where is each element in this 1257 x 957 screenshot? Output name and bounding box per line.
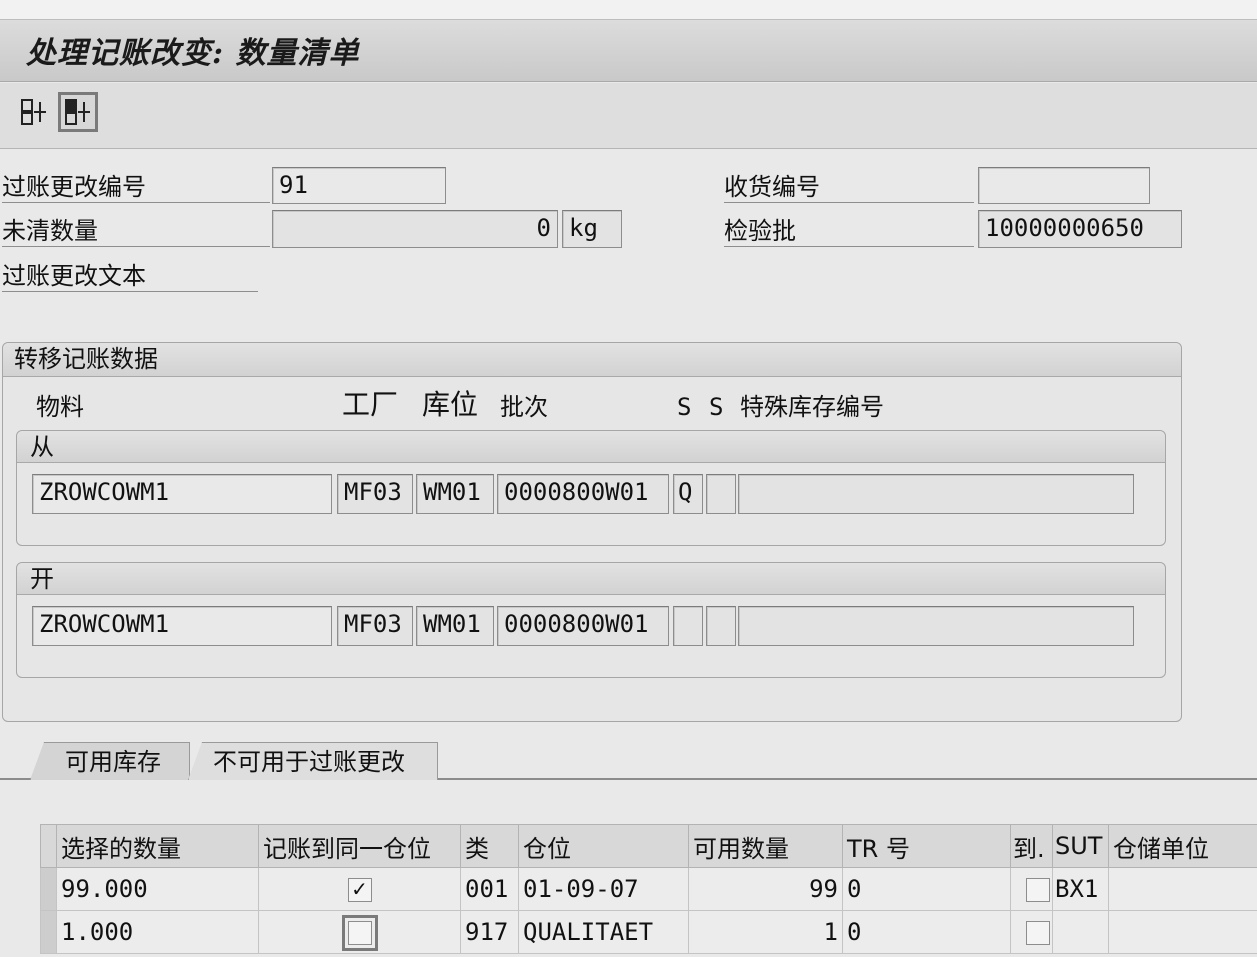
- cell-available-qty: 99: [688, 867, 843, 911]
- cell-type: 001: [460, 867, 519, 911]
- layout-button[interactable]: [14, 92, 54, 132]
- layout-icon: [21, 99, 46, 125]
- table-row: 1.000 917 QUALITAET 1 0: [40, 910, 1257, 954]
- col-header-material: 物料: [36, 393, 84, 421]
- open-qty-field[interactable]: 0: [272, 210, 558, 248]
- col-header-s1: S: [677, 393, 692, 421]
- open-qty-label: 未清数量: [2, 216, 270, 247]
- col-available-qty[interactable]: 可用数量: [688, 824, 843, 868]
- gr-no-label: 收货编号: [724, 172, 974, 203]
- col-header-plant: 工厂: [342, 388, 399, 421]
- tab-not-available[interactable]: 不可用于过账更改: [188, 742, 438, 780]
- cell-sut: BX1: [1052, 867, 1109, 911]
- open-qty-unit-field[interactable]: kg: [562, 210, 622, 248]
- from-plant-field[interactable]: MF03: [337, 474, 413, 514]
- gr-no-field[interactable]: [978, 167, 1150, 204]
- col-type[interactable]: 类: [460, 824, 519, 868]
- layout-active-button[interactable]: [58, 92, 98, 132]
- cell-selected-qty[interactable]: 99.000: [56, 867, 259, 911]
- table-header-row: 选择的数量 记账到同一仓位 类 仓位 可用数量 TR 号 到. SUT 仓储单位: [40, 824, 1257, 868]
- col-header-sloc: 库位: [422, 388, 479, 421]
- col-bin[interactable]: 仓位: [518, 824, 689, 868]
- arrival-checkbox[interactable]: [1026, 878, 1050, 902]
- page-title: 处理记账改变: 数量清单: [26, 36, 360, 71]
- posting-change-text-label: 过账更改文本: [2, 261, 258, 292]
- layout-active-icon: [65, 99, 90, 125]
- from-batch-field[interactable]: 0000800W01: [497, 474, 669, 514]
- cell-tr-no: 0: [842, 867, 1011, 911]
- posting-change-no-label: 过账更改编号: [2, 172, 270, 203]
- to-label: 开: [30, 565, 54, 593]
- from-s1-field[interactable]: Q: [673, 474, 703, 514]
- cell-tr-no: 0: [842, 910, 1011, 954]
- to-batch-field[interactable]: 0000800W01: [497, 606, 669, 646]
- row-selector-header[interactable]: [40, 824, 57, 868]
- inspection-lot-field[interactable]: 10000000650: [978, 210, 1182, 248]
- col-post-same-bin[interactable]: 记账到同一仓位: [258, 824, 461, 868]
- cell-sut: [1052, 910, 1109, 954]
- from-special-stock-field[interactable]: [738, 474, 1134, 514]
- col-storage-unit[interactable]: 仓储单位: [1108, 824, 1257, 868]
- from-material-field[interactable]: ZROWCOWM1: [32, 474, 332, 514]
- cell-post-same-bin: [258, 910, 461, 954]
- to-s2-field[interactable]: [706, 606, 736, 646]
- cell-type: 917: [460, 910, 519, 954]
- to-group-header: [17, 563, 1165, 595]
- table-row: 99.000 ✓ 001 01-09-07 99 0 BX1: [40, 867, 1257, 911]
- transfer-posting-title: 转移记账数据: [14, 345, 158, 373]
- cell-storage-unit: [1108, 867, 1257, 911]
- to-sloc-field[interactable]: WM01: [416, 606, 494, 646]
- col-sut[interactable]: SUT: [1052, 824, 1109, 868]
- cell-bin: QUALITAET: [518, 910, 689, 954]
- col-tr-no[interactable]: TR 号: [842, 824, 1011, 868]
- col-header-s2: S: [709, 393, 724, 421]
- to-plant-field[interactable]: MF03: [337, 606, 413, 646]
- arrival-checkbox[interactable]: [1026, 921, 1050, 945]
- cell-bin: 01-09-07: [518, 867, 689, 911]
- col-header-batch: 批次: [500, 393, 548, 421]
- col-arrival[interactable]: 到.: [1010, 824, 1053, 868]
- cell-post-same-bin: ✓: [258, 867, 461, 911]
- to-special-stock-field[interactable]: [738, 606, 1134, 646]
- col-selected-qty[interactable]: 选择的数量: [56, 824, 259, 868]
- cell-arrival: [1010, 867, 1053, 911]
- from-group-header: [17, 431, 1165, 463]
- cell-arrival: [1010, 910, 1053, 954]
- window-top-strip: [0, 0, 1257, 20]
- cell-selected-qty[interactable]: 1.000: [56, 910, 259, 954]
- from-sloc-field[interactable]: WM01: [416, 474, 494, 514]
- col-header-special-stock: 特殊库存编号: [740, 393, 884, 421]
- row-selector[interactable]: [40, 910, 57, 954]
- from-s2-field[interactable]: [706, 474, 736, 514]
- inspection-lot-label: 检验批: [724, 216, 974, 247]
- application-toolbar: [0, 83, 1257, 149]
- posting-change-no-field[interactable]: 91: [272, 167, 446, 204]
- post-same-bin-checkbox[interactable]: [341, 915, 378, 951]
- row-selector[interactable]: [40, 867, 57, 911]
- to-material-field[interactable]: ZROWCOWM1: [32, 606, 332, 646]
- cell-available-qty: 1: [688, 910, 843, 954]
- transfer-posting-group-header: [3, 343, 1181, 377]
- from-label: 从: [30, 433, 54, 461]
- post-same-bin-checkbox[interactable]: ✓: [347, 878, 372, 902]
- to-s1-field[interactable]: [673, 606, 703, 646]
- cell-storage-unit: [1108, 910, 1257, 954]
- available-stock-table: 选择的数量 记账到同一仓位 类 仓位 可用数量 TR 号 到. SUT 仓储单位…: [40, 824, 1257, 954]
- tab-available-stock[interactable]: 可用库存: [30, 742, 190, 780]
